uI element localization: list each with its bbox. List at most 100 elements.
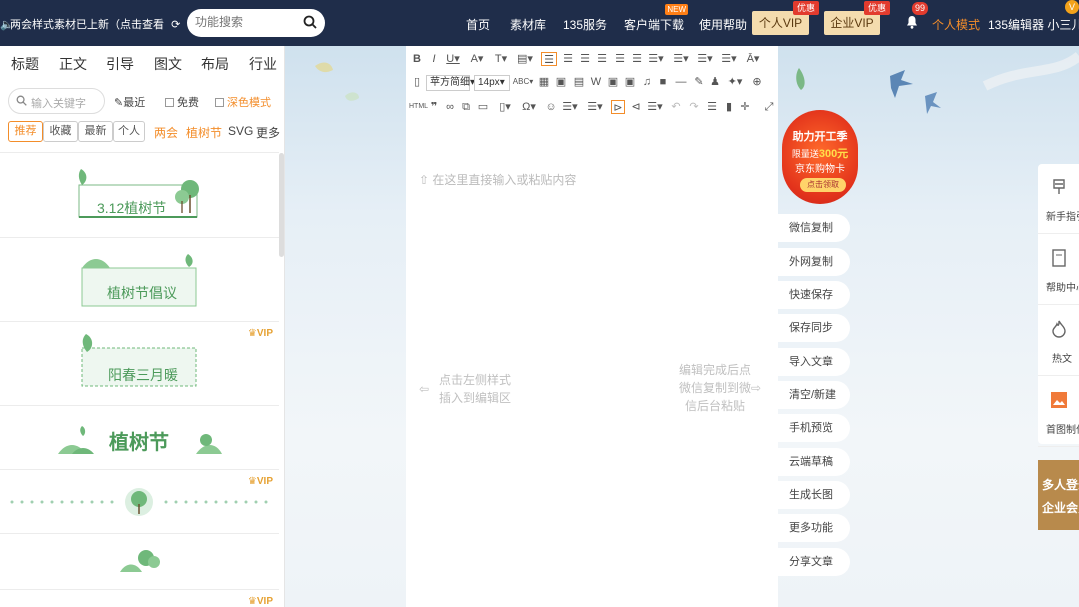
cloud-draft-button[interactable]: 云端草稿 [778,448,850,476]
quick-save-button[interactable]: 快速保存 [778,281,850,309]
function-search-input[interactable] [195,15,295,29]
pill-personal[interactable]: 个人 [113,121,145,142]
more-functions-button[interactable]: 更多功能 [778,514,850,542]
align-justify-icon[interactable]: ☰ [595,52,609,66]
text-style-icon[interactable]: T▾ [492,52,510,66]
paragraph-format-icon[interactable]: ☰▾ [646,100,664,114]
nav-client-download[interactable]: 客户端下载 NEW [624,4,689,33]
promo-claim-button[interactable]: 点击领取 [800,178,846,192]
template-item[interactable]: ♛VIP 阳春三月暖 [0,321,279,405]
video-icon[interactable]: ■ [656,75,670,89]
italic-icon[interactable]: I [428,52,440,66]
template-item[interactable]: 3.12植树节 [0,152,279,237]
nav-materials[interactable]: 素材库 [510,16,546,33]
quote-icon[interactable]: ❞ [428,100,440,114]
background-color-icon[interactable]: ▤▾ [516,52,534,66]
align-right-icon[interactable]: ☰ [578,52,592,66]
template-item[interactable] [0,533,279,589]
bold-icon[interactable]: B [411,52,423,66]
music-icon[interactable]: ♫ [640,75,654,89]
align-left-icon[interactable]: ☰ [541,52,557,66]
cover-maker-item[interactable]: 首图制作 [1038,377,1079,447]
ltr-icon[interactable]: ⊳ [611,100,625,114]
font-family-select[interactable]: 苹方简细▾ [426,75,475,91]
multi-image-icon[interactable]: ▤ [572,75,586,89]
magic-wand-icon[interactable]: ✦▾ [726,75,744,89]
share-article-button[interactable]: 分享文章 [778,548,850,576]
save-sync-button[interactable]: 保存同步 [778,314,850,342]
nav-services[interactable]: 135服务 [563,16,607,33]
omega-icon[interactable]: Ω▾ [520,100,538,114]
ordered-list-icon[interactable]: ☰▾ [561,100,579,114]
unlink-icon[interactable]: ⧉ [460,100,472,114]
tab-title[interactable]: 标题 [11,54,39,74]
zoom-icon[interactable]: ⊕ [750,75,764,89]
divider-icon[interactable]: — [674,75,688,89]
tab-image-text[interactable]: 图文 [154,54,182,74]
case-icon[interactable]: ABC▾ [512,75,534,89]
font-color-icon[interactable]: A▾ [468,52,486,66]
move-icon[interactable]: ✛ [738,100,752,114]
text-format-icon[interactable]: Ā▾ [744,52,762,66]
notice-banner[interactable]: 🔈两会样式素材已上新（点击查看 ⟳ ? [0,16,193,32]
html-icon[interactable]: HTML [409,100,428,114]
checkbox[interactable] [165,98,174,107]
pill-recommend[interactable]: 推荐 [8,121,43,142]
undo-icon[interactable]: ↶ [669,100,683,114]
checkbox[interactable] [215,98,224,107]
emoji-icon[interactable]: ☺ [544,100,558,114]
clear-new-button[interactable]: 清空/新建 [778,381,850,409]
indent-menu-icon[interactable]: ☰▾ [647,52,665,66]
mobile-preview-button[interactable]: 手机预览 [778,414,850,442]
recent-filter[interactable]: ✎最近 [114,94,145,110]
image-icon[interactable]: ▣ [554,75,568,89]
enterprise-promo[interactable]: 多人登录 企业会员 [1038,460,1079,530]
pill-latest[interactable]: 最新 [78,121,113,142]
template-item[interactable]: 植树节 [0,405,279,469]
tab-industry[interactable]: 行业 [249,54,277,74]
import-article-button[interactable]: 导入文章 [778,348,850,376]
outdent-icon[interactable]: ☰ [630,52,644,66]
gallery-icon[interactable]: ▣ [623,75,637,89]
letter-spacing-icon[interactable]: ☰▾ [720,52,738,66]
chain-link-icon[interactable]: ∞ [444,100,456,114]
subcat-svg[interactable]: SVG [228,124,253,138]
long-image-button[interactable]: 生成长图 [778,481,850,509]
redo-icon[interactable]: ↷ [687,100,701,114]
picture-icon[interactable]: ▣ [606,75,620,89]
refresh-icon[interactable]: ⟳ [171,18,180,31]
hot-article-item[interactable]: 热文 [1038,306,1079,376]
rtl-icon[interactable]: ⊲ [629,100,643,114]
template-item[interactable]: ♛VIP [0,589,279,607]
comment-icon[interactable]: ▭ [476,100,490,114]
wechat-copy-button[interactable]: 微信复制 [778,214,850,242]
clear-format-icon[interactable]: ☰ [705,100,719,114]
fullscreen-icon[interactable]: ⤢ [762,100,776,114]
table-icon[interactable]: ▦ [537,75,551,89]
underline-icon[interactable]: U▾ [444,52,462,66]
enterprise-vip-button[interactable]: 企业VIP 优惠 [824,1,890,35]
newbie-guide-item[interactable]: 新手指引 [1038,164,1079,234]
paragraph-spacing-icon[interactable]: ☰▾ [696,52,714,66]
bell-icon[interactable] [906,15,918,29]
keyword-search[interactable]: 输入关键字 [8,88,105,114]
word-import-icon[interactable]: W [589,75,603,89]
user-name[interactable]: 135编辑器 小三儿 [988,16,1079,33]
unordered-list-icon[interactable]: ☰▾ [586,100,604,114]
template-item[interactable]: 植树节倡议 [0,237,279,321]
pill-favorites[interactable]: 收藏 [43,121,78,142]
link-icon[interactable]: ✎ [692,75,706,89]
function-search[interactable] [187,9,325,37]
personal-mode[interactable]: 个人模式 [932,16,980,33]
search-icon[interactable] [303,15,317,29]
line-height-icon[interactable]: ☰▾ [672,52,690,66]
promo-badge[interactable]: 助力开工季 限量送300元 京东购物卡 点击领取 [782,110,858,204]
subcat-two-sessions[interactable]: 两会 [154,124,178,141]
scrollbar[interactable] [279,153,284,257]
personal-vip-button[interactable]: 个人VIP 优惠 [752,1,819,35]
document-icon[interactable]: ▯ [411,75,423,89]
subcat-arbor-day[interactable]: 植树节 [186,124,222,141]
nav-home[interactable]: 首页 [466,16,490,33]
format-brush-icon[interactable]: ♟ [708,75,722,89]
font-size-select[interactable]: 14px▾ [474,75,510,91]
